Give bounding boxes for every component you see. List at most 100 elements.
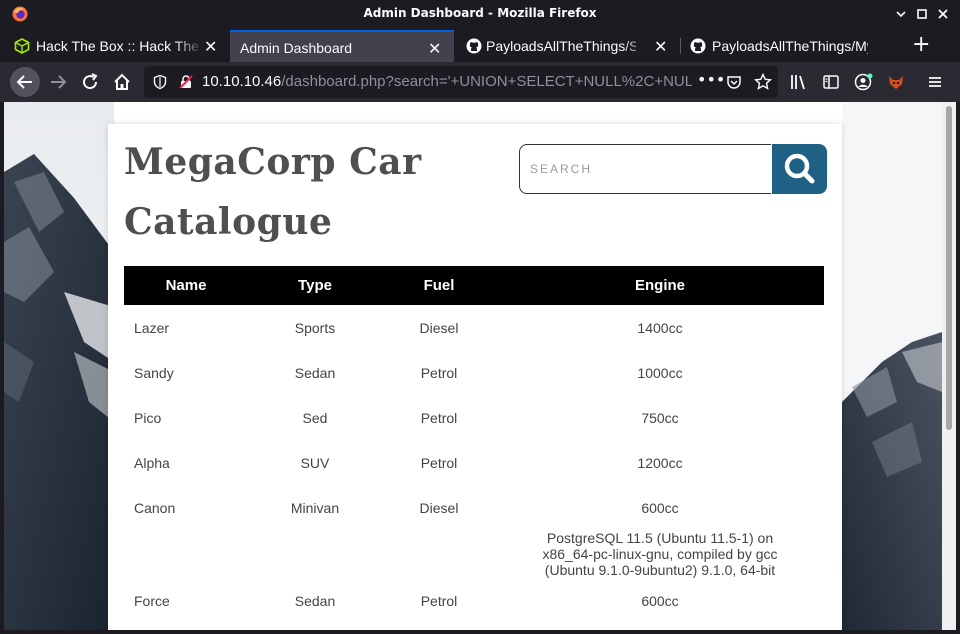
tab-close-icon[interactable]: ✕ — [654, 37, 667, 57]
cell-fuel: Petrol — [420, 454, 458, 471]
cell-type: Sports — [294, 319, 336, 336]
sidebar-icon[interactable] — [822, 73, 840, 91]
tab-payloads-mysql[interactable]: PayloadsAllTheThings/MySQL Injection — [684, 30, 906, 62]
scrollbar-thumb[interactable] — [946, 106, 952, 430]
htb-cube-icon — [14, 38, 30, 54]
url-host: 10.10.10.46 — [202, 73, 282, 90]
account-icon[interactable] — [854, 72, 874, 92]
table-row: Pico Sed Petrol 750cc — [124, 395, 824, 440]
page-title: MegaCorp Car Catalogue — [124, 141, 422, 243]
search-button[interactable] — [772, 144, 827, 194]
mountain-background-left — [4, 102, 114, 630]
cell-type: Sedan — [294, 592, 336, 609]
navigation-toolbar: 10.10.10.46/dashboard.php?search='+UNION… — [0, 62, 960, 102]
table-row: PostgreSQL 11.5 (Ubuntu 11.5-1) on x86_6… — [124, 530, 824, 578]
cell-engine: 600cc — [641, 592, 679, 609]
cell-name: Sandy — [134, 364, 174, 381]
foxyproxy-extension-icon[interactable] — [886, 72, 906, 92]
cell-type: Sed — [302, 409, 328, 426]
cell-engine: 1000cc — [637, 364, 683, 381]
cell-name: Lazer — [134, 319, 170, 336]
window-border-right — [956, 102, 960, 634]
cell-name: Force — [134, 592, 170, 609]
column-header-engine: Engine — [496, 266, 824, 305]
column-header-fuel: Fuel — [382, 266, 496, 305]
cell-type — [248, 530, 382, 578]
tracking-shield-icon[interactable] — [152, 74, 168, 90]
tab-fade — [876, 30, 906, 60]
library-icon[interactable] — [790, 73, 808, 91]
cell-type: Sedan — [294, 364, 336, 381]
tab-hack-the-box[interactable]: Hack The Box :: Hack The Box ✕ — [2, 30, 228, 62]
reload-icon — [83, 73, 98, 90]
cell-name: Pico — [134, 409, 162, 426]
minimize-icon[interactable] — [892, 5, 910, 23]
page-viewport: MegaCorp Car Catalogue Name Type Fuel En… — [4, 102, 942, 630]
home-icon — [114, 73, 130, 90]
page-actions-icon[interactable]: ••• — [697, 70, 725, 89]
tab-close-icon[interactable]: ✕ — [204, 37, 217, 57]
table-row: Lazer Sports Diesel 1400cc — [124, 305, 824, 350]
cell-fuel: Diesel — [419, 499, 459, 516]
cell-fuel: Petrol — [420, 592, 458, 609]
cell-engine: 1200cc — [637, 454, 683, 471]
back-button[interactable] — [10, 67, 40, 97]
table-row: Force Sedan Petrol 600cc — [124, 578, 824, 623]
github-icon — [466, 38, 482, 54]
cell-fuel: Petrol — [420, 364, 458, 381]
pocket-icon[interactable] — [726, 74, 742, 90]
table-header-row: Name Type Fuel Engine — [124, 266, 824, 305]
cell-engine: 1400cc — [637, 319, 683, 336]
cell-fuel — [382, 530, 496, 578]
forward-arrow-icon — [51, 75, 67, 89]
cell-fuel: Diesel — [419, 319, 459, 336]
search-input[interactable] — [519, 144, 771, 194]
tab-separator — [680, 38, 681, 54]
close-window-icon[interactable] — [934, 5, 952, 23]
column-header-type: Type — [248, 266, 382, 305]
cell-name: Alpha — [134, 454, 170, 471]
tab-close-icon[interactable]: ✕ — [428, 39, 441, 59]
hamburger-menu-icon[interactable] — [926, 73, 944, 91]
url-bar[interactable]: 10.10.10.46/dashboard.php?search='+UNION… — [144, 66, 778, 98]
page-scrollbar[interactable] — [942, 102, 956, 630]
window-title: Admin Dashboard - Mozilla Firefox — [363, 6, 597, 20]
tab-label: PayloadsAllTheThings/MySQL Injection — [712, 38, 868, 54]
table-row: Sandy Sedan Petrol 1000cc — [124, 350, 824, 395]
insecure-lock-icon[interactable] — [178, 74, 194, 90]
new-tab-icon[interactable]: + — [912, 34, 930, 56]
cell-fuel: Petrol — [420, 409, 458, 426]
url-text[interactable]: 10.10.10.46/dashboard.php?search='+UNION… — [202, 73, 692, 90]
home-button[interactable] — [108, 68, 136, 96]
back-arrow-icon — [16, 75, 32, 89]
cell-type: SUV — [300, 454, 330, 471]
url-path: /dashboard.php?search='+UNION+SELECT+NUL… — [281, 73, 692, 90]
table-row: Canon Minivan Diesel 600cc — [124, 485, 824, 530]
catalogue-card: MegaCorp Car Catalogue Name Type Fuel En… — [108, 124, 842, 630]
window-titlebar: Admin Dashboard - Mozilla Firefox — [0, 0, 960, 28]
table-row: Alpha SUV Petrol 1200cc — [124, 440, 824, 485]
search-icon — [784, 153, 815, 184]
tab-admin-dashboard[interactable]: Admin Dashboard ✕ — [230, 30, 454, 62]
cell-engine: 600cc — [641, 499, 679, 516]
tab-strip: Hack The Box :: Hack The Box ✕ Admin Das… — [0, 28, 960, 62]
cell-engine: 750cc — [641, 409, 679, 426]
cell-name: Canon — [134, 499, 176, 516]
cell-type: Minivan — [290, 499, 340, 516]
search-form — [519, 144, 827, 194]
forward-button[interactable] — [44, 68, 72, 96]
maximize-icon[interactable] — [913, 5, 931, 23]
car-table: Name Type Fuel Engine Lazer Sports Diese… — [124, 266, 824, 623]
cell-name — [124, 530, 248, 578]
github-icon — [690, 38, 706, 54]
cell-engine: PostgreSQL 11.5 (Ubuntu 11.5-1) on x86_6… — [542, 530, 778, 578]
mountain-background-right — [842, 102, 942, 630]
tab-label: PayloadsAllTheThings/SQL Injection — [486, 38, 636, 54]
tab-fade — [622, 30, 652, 60]
reload-button[interactable] — [76, 68, 104, 96]
bookmark-star-icon[interactable] — [754, 73, 772, 91]
tab-payloads-sql[interactable]: PayloadsAllTheThings/SQL Injection ✕ — [458, 30, 680, 62]
window-border-left — [0, 102, 4, 634]
column-header-name: Name — [124, 266, 248, 305]
tab-label: Admin Dashboard — [240, 40, 353, 56]
